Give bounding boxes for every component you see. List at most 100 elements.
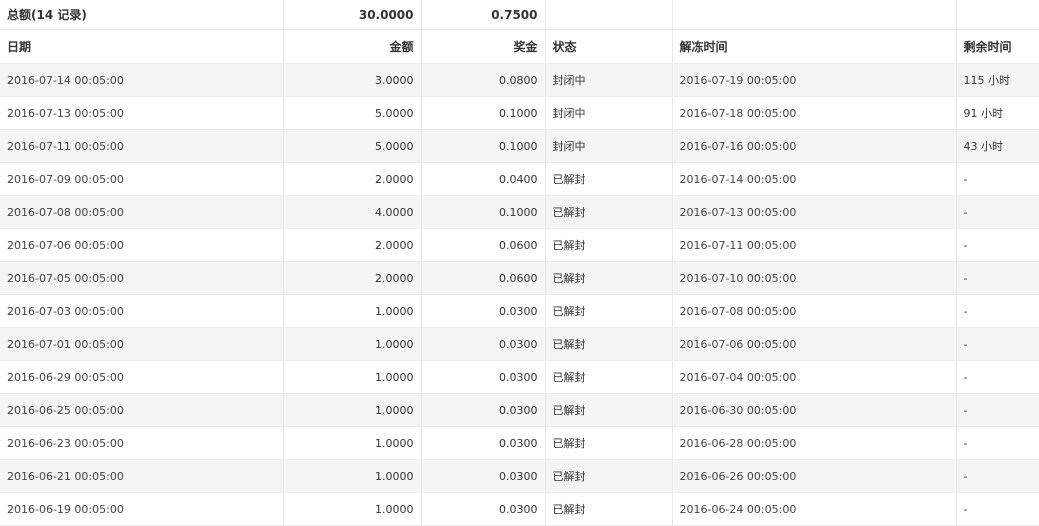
cell-date: 2016-07-09 00:05:00 — [0, 162, 284, 196]
cell-status: 已解封 — [545, 459, 673, 493]
cell-amount: 1.0000 — [283, 294, 422, 328]
cell-status: 封闭中 — [545, 129, 673, 163]
cell-bonus: 0.1000 — [421, 96, 546, 130]
summary-empty-cell — [545, 0, 673, 30]
cell-date: 2016-07-06 00:05:00 — [0, 228, 284, 262]
cell-unlock-time: 2016-07-16 00:05:00 — [672, 129, 957, 163]
cell-date: 2016-06-29 00:05:00 — [0, 360, 284, 394]
cell-date: 2016-06-25 00:05:00 — [0, 393, 284, 427]
cell-remaining: - — [956, 294, 1039, 328]
cell-status: 已解封 — [545, 393, 673, 427]
table-row: 2016-06-25 00:05:00 1.0000 0.0300 已解封 2016-0… — [0, 393, 1039, 427]
summary-empty-cell — [956, 0, 1039, 30]
table-row: 2016-07-13 00:05:00 5.0000 0.1000 封闭中 2016-0… — [0, 96, 1039, 130]
cell-status: 已解封 — [545, 261, 673, 295]
cell-unlock-time: 2016-07-04 00:05:00 — [672, 360, 957, 394]
table-row: 2016-06-21 00:05:00 1.0000 0.0300 已解封 2016-0… — [0, 459, 1039, 493]
cell-remaining: 115 小时 — [956, 63, 1039, 97]
cell-bonus: 0.0300 — [421, 393, 546, 427]
cell-remaining: 91 小时 — [956, 96, 1039, 130]
cell-unlock-time: 2016-06-28 00:05:00 — [672, 426, 957, 460]
cell-remaining: - — [956, 162, 1039, 196]
column-header-amount: 金额 — [283, 29, 422, 64]
summary-label: 总额(14 记录) — [0, 0, 284, 30]
cell-remaining: - — [956, 393, 1039, 427]
cell-date: 2016-06-19 00:05:00 — [0, 492, 284, 526]
cell-bonus: 0.0300 — [421, 360, 546, 394]
summary-row: 总额(14 记录) 30.0000 0.7500 — [0, 0, 1039, 30]
cell-date: 2016-07-08 00:05:00 — [0, 195, 284, 229]
cell-amount: 1.0000 — [283, 426, 422, 460]
column-header-unlock-time: 解冻时间 — [672, 29, 957, 64]
cell-amount: 2.0000 — [283, 162, 422, 196]
column-header-remaining: 剩余时间 — [956, 29, 1039, 64]
cell-amount: 1.0000 — [283, 393, 422, 427]
cell-bonus: 0.1000 — [421, 195, 546, 229]
cell-status: 已解封 — [545, 162, 673, 196]
table-row: 2016-07-08 00:05:00 4.0000 0.1000 已解封 2016-0… — [0, 195, 1039, 229]
cell-bonus: 0.0600 — [421, 261, 546, 295]
cell-remaining: 43 小时 — [956, 129, 1039, 163]
cell-remaining: - — [956, 360, 1039, 394]
cell-unlock-time: 2016-06-26 00:05:00 — [672, 459, 957, 493]
cell-bonus: 0.0300 — [421, 327, 546, 361]
header-row: 日期 金额 奖金 状态 解冻时间 剩余时间 — [0, 29, 1039, 64]
cell-status: 封闭中 — [545, 63, 673, 97]
cell-bonus: 0.0300 — [421, 459, 546, 493]
cell-status: 已解封 — [545, 492, 673, 526]
cell-amount: 1.0000 — [283, 459, 422, 493]
cell-unlock-time: 2016-07-19 00:05:00 — [672, 63, 957, 97]
cell-bonus: 0.1000 — [421, 129, 546, 163]
cell-amount: 1.0000 — [283, 492, 422, 526]
cell-status: 已解封 — [545, 195, 673, 229]
cell-status: 已解封 — [545, 426, 673, 460]
cell-remaining: - — [956, 261, 1039, 295]
table-row: 2016-06-29 00:05:00 1.0000 0.0300 已解封 2016-0… — [0, 360, 1039, 394]
cell-amount: 5.0000 — [283, 96, 422, 130]
column-header-status: 状态 — [545, 29, 673, 64]
cell-unlock-time: 2016-07-10 00:05:00 — [672, 261, 957, 295]
records-table: 总额(14 记录) 30.0000 0.7500 日期 金额 奖金 状态 解冻时… — [0, 0, 1039, 526]
cell-bonus: 0.0400 — [421, 162, 546, 196]
cell-amount: 1.0000 — [283, 360, 422, 394]
summary-amount-total: 30.0000 — [283, 0, 422, 30]
cell-date: 2016-07-11 00:05:00 — [0, 129, 284, 163]
cell-bonus: 0.0600 — [421, 228, 546, 262]
table-row: 2016-06-23 00:05:00 1.0000 0.0300 已解封 2016-0… — [0, 426, 1039, 460]
cell-remaining: - — [956, 426, 1039, 460]
cell-unlock-time: 2016-06-24 00:05:00 — [672, 492, 957, 526]
cell-bonus: 0.0300 — [421, 294, 546, 328]
cell-date: 2016-06-21 00:05:00 — [0, 459, 284, 493]
table-row: 2016-06-19 00:05:00 1.0000 0.0300 已解封 2016-0… — [0, 492, 1039, 526]
cell-unlock-time: 2016-07-11 00:05:00 — [672, 228, 957, 262]
cell-unlock-time: 2016-07-18 00:05:00 — [672, 96, 957, 130]
cell-unlock-time: 2016-07-13 00:05:00 — [672, 195, 957, 229]
cell-bonus: 0.0800 — [421, 63, 546, 97]
cell-date: 2016-07-13 00:05:00 — [0, 96, 284, 130]
cell-remaining: - — [956, 228, 1039, 262]
cell-amount: 2.0000 — [283, 261, 422, 295]
cell-bonus: 0.0300 — [421, 492, 546, 526]
cell-amount: 2.0000 — [283, 228, 422, 262]
table-row: 2016-07-14 00:05:00 3.0000 0.0800 封闭中 2016-0… — [0, 63, 1039, 97]
table-row: 2016-07-11 00:05:00 5.0000 0.1000 封闭中 2016-0… — [0, 129, 1039, 163]
table-row: 2016-07-05 00:05:00 2.0000 0.0600 已解封 2016-0… — [0, 261, 1039, 295]
table-row: 2016-07-06 00:05:00 2.0000 0.0600 已解封 2016-0… — [0, 228, 1039, 262]
cell-remaining: - — [956, 492, 1039, 526]
cell-status: 封闭中 — [545, 96, 673, 130]
table-row: 2016-07-01 00:05:00 1.0000 0.0300 已解封 2016-0… — [0, 327, 1039, 361]
summary-empty-cell — [672, 0, 957, 30]
cell-status: 已解封 — [545, 327, 673, 361]
cell-unlock-time: 2016-06-30 00:05:00 — [672, 393, 957, 427]
cell-remaining: - — [956, 459, 1039, 493]
cell-unlock-time: 2016-07-14 00:05:00 — [672, 162, 957, 196]
summary-bonus-total: 0.7500 — [421, 0, 546, 30]
cell-amount: 4.0000 — [283, 195, 422, 229]
cell-unlock-time: 2016-07-08 00:05:00 — [672, 294, 957, 328]
cell-bonus: 0.0300 — [421, 426, 546, 460]
cell-date: 2016-07-01 00:05:00 — [0, 327, 284, 361]
cell-status: 已解封 — [545, 360, 673, 394]
cell-unlock-time: 2016-07-06 00:05:00 — [672, 327, 957, 361]
cell-amount: 3.0000 — [283, 63, 422, 97]
cell-status: 已解封 — [545, 228, 673, 262]
